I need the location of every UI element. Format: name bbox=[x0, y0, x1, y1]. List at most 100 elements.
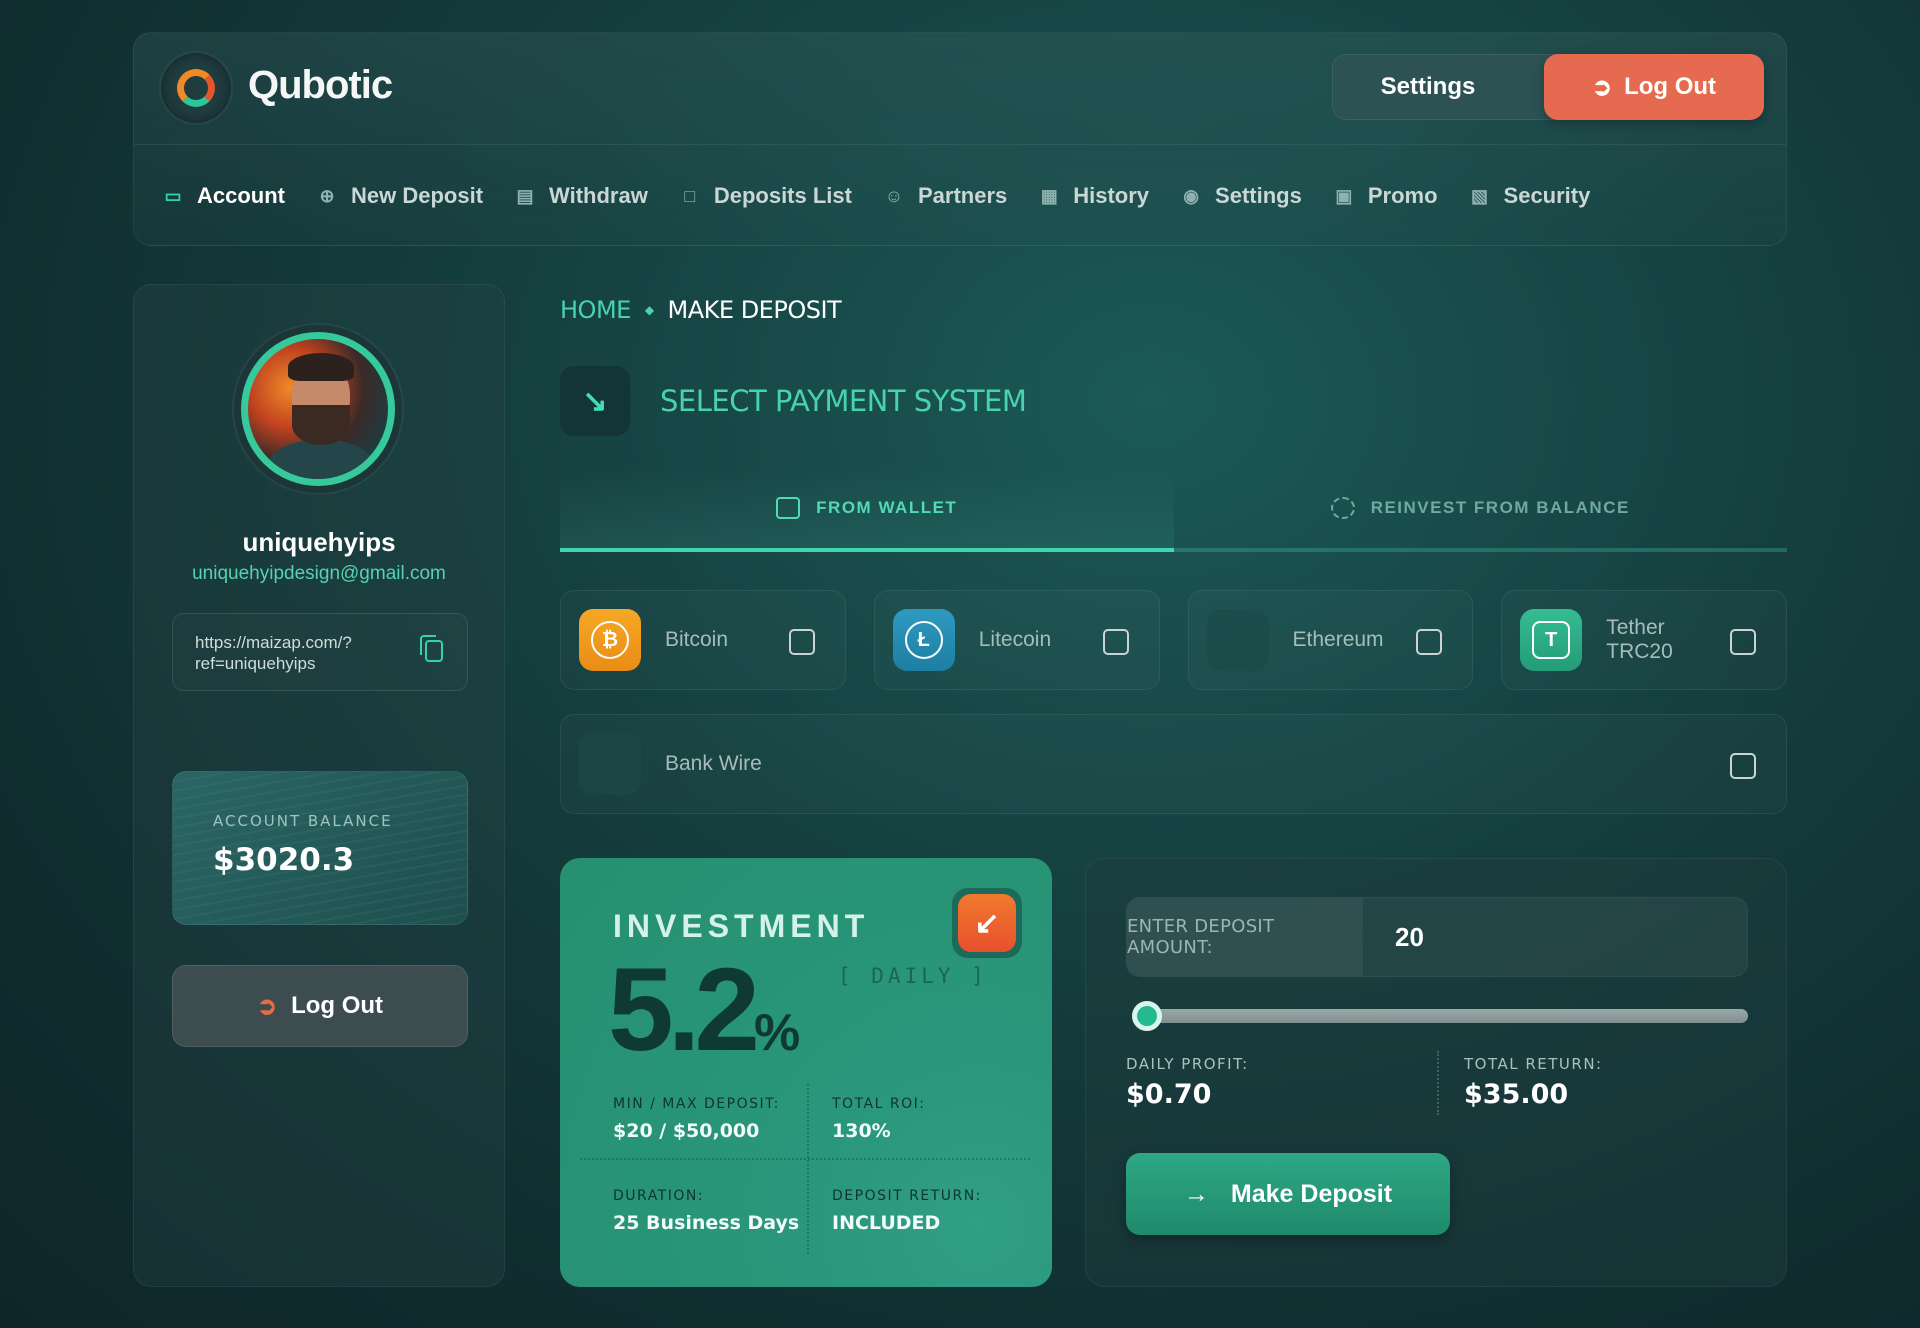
payment-option-bitcoin[interactable]: ₿ Bitcoin bbox=[560, 590, 846, 690]
deposit-calculator: ENTER DEPOSIT AMOUNT: DAILY PROFIT: $0.7… bbox=[1085, 858, 1787, 1287]
username: uniquehyips bbox=[242, 527, 396, 557]
plan-rate-unit: % bbox=[754, 1004, 801, 1062]
tether-label-line2: TRC20 bbox=[1606, 640, 1673, 663]
plan-rate-value: 5.2 bbox=[608, 944, 760, 1076]
section-title: SELECT PAYMENT SYSTEM bbox=[660, 384, 1027, 418]
arrow-right-icon: → bbox=[1183, 1179, 1209, 1208]
section-header: ↘ SELECT PAYMENT SYSTEM bbox=[560, 366, 1027, 436]
nav-label: Withdraw bbox=[549, 183, 648, 208]
deposit-return-value: INCLUDED bbox=[832, 1212, 941, 1234]
nav-label: History bbox=[1073, 183, 1150, 208]
bitcoin-icon: ₿ bbox=[579, 609, 641, 671]
wallet-icon bbox=[776, 497, 801, 519]
plus-circle-icon: ⊕ bbox=[319, 185, 335, 206]
payment-label: Bitcoin bbox=[665, 628, 729, 651]
nav-item-withdraw[interactable]: ▤ Withdraw bbox=[513, 183, 648, 209]
balance-label: ACCOUNT BALANCE bbox=[213, 812, 393, 830]
payment-label: Bank Wire bbox=[665, 752, 762, 775]
bitcoin-checkbox[interactable] bbox=[788, 629, 815, 655]
breadcrumb-current: MAKE DEPOSIT bbox=[667, 296, 842, 324]
document-lock-icon: ▧ bbox=[1471, 185, 1489, 206]
tether-icon: T bbox=[1520, 609, 1583, 671]
nav-item-security[interactable]: ▧ Security bbox=[1468, 183, 1590, 209]
reinvest-icon bbox=[1330, 497, 1355, 519]
deposit-amount-slider[interactable] bbox=[1146, 1009, 1748, 1023]
nav-item-settings[interactable]: ◉ Settings bbox=[1179, 183, 1302, 209]
user-email: uniquehyipdesign@gmail.com bbox=[192, 563, 446, 584]
breadcrumb: HOME ◆ MAKE DEPOSIT bbox=[560, 296, 842, 324]
roi-label: TOTAL ROI: bbox=[832, 1096, 926, 1112]
settings-button[interactable]: Settings bbox=[1332, 54, 1564, 120]
payment-option-litecoin[interactable]: Ł Litecoin bbox=[873, 590, 1160, 690]
logo[interactable] bbox=[161, 53, 231, 123]
deposit-amount-input[interactable] bbox=[1363, 898, 1747, 976]
duration-label: DURATION: bbox=[613, 1188, 705, 1204]
account-balance-card: ACCOUNT BALANCE $3020.3 bbox=[172, 771, 468, 925]
sidebar-logout-button[interactable]: ➲ Log Out bbox=[172, 965, 468, 1047]
header-actions: Settings ➲ Log Out bbox=[1332, 54, 1764, 120]
nav-item-account[interactable]: ▭ Account bbox=[161, 183, 285, 209]
card-icon: ▤ bbox=[516, 185, 534, 206]
nav-item-promo[interactable]: ▣ Promo bbox=[1332, 183, 1437, 209]
tab-from-wallet[interactable]: FROM WALLET bbox=[560, 468, 1174, 552]
tab-label: FROM WALLET bbox=[816, 498, 958, 517]
duration-value: 25 Business Days bbox=[613, 1212, 800, 1234]
total-return-value: $35.00 bbox=[1464, 1079, 1569, 1110]
brand-name[interactable]: Qubotic bbox=[248, 63, 393, 108]
referral-link-line1: https://maizap.com/? bbox=[195, 633, 352, 652]
make-deposit-label: Make Deposit bbox=[1230, 1179, 1393, 1208]
divider bbox=[807, 1084, 809, 1254]
toggle-icon: ◉ bbox=[1183, 185, 1199, 206]
payment-option-bank-wire[interactable]: Bank Wire bbox=[560, 714, 1787, 814]
payment-option-ethereum[interactable]: Ethereum bbox=[1187, 590, 1474, 690]
plan-title: INVESTMENT bbox=[613, 908, 870, 944]
users-icon: ☺ bbox=[884, 185, 904, 206]
avatar-hair bbox=[288, 353, 354, 381]
arrow-down-left-icon: ↙ bbox=[958, 894, 1016, 952]
referral-link-box[interactable]: https://maizap.com/? ref=uniquehyips bbox=[172, 613, 468, 691]
avatar-body bbox=[266, 439, 376, 479]
roi-value: 130% bbox=[832, 1120, 891, 1142]
slider-handle[interactable] bbox=[1132, 1001, 1162, 1031]
referral-link-line2: ref=uniquehyips bbox=[195, 654, 316, 673]
payment-label: Tether TRC20 bbox=[1606, 616, 1673, 664]
litecoin-icon: Ł bbox=[892, 609, 955, 671]
nav-label: Account bbox=[197, 183, 285, 208]
nav-item-new-deposit[interactable]: ⊕ New Deposit bbox=[315, 183, 483, 209]
logout-icon: ➲ bbox=[1591, 73, 1613, 101]
logout-button[interactable]: ➲ Log Out bbox=[1544, 54, 1764, 120]
breadcrumb-separator-icon: ◆ bbox=[644, 303, 654, 317]
avatar-frame bbox=[234, 325, 402, 493]
image-icon: ▣ bbox=[1335, 185, 1353, 206]
payment-option-tether-trc20[interactable]: T Tether TRC20 bbox=[1501, 590, 1787, 690]
plan-badge: ↙ bbox=[952, 888, 1022, 958]
total-return-label: TOTAL RETURN: bbox=[1464, 1055, 1603, 1073]
litecoin-checkbox[interactable] bbox=[1102, 629, 1129, 655]
nav-item-history[interactable]: ▦ History bbox=[1037, 183, 1149, 209]
avatar[interactable] bbox=[241, 332, 395, 486]
investment-plan-card: INVESTMENT ↙ [ DAILY ] 5.2% MIN / MAX DE… bbox=[560, 858, 1052, 1287]
logout-icon: ➲ bbox=[256, 992, 278, 1020]
make-deposit-button[interactable]: → Make Deposit bbox=[1126, 1153, 1450, 1235]
daily-profit-label: DAILY PROFIT: bbox=[1126, 1055, 1249, 1073]
deposit-return-label: DEPOSIT RETURN: bbox=[832, 1188, 982, 1204]
calendar-icon: ▦ bbox=[1040, 185, 1058, 206]
min-max-label: MIN / MAX DEPOSIT: bbox=[613, 1096, 780, 1112]
ethereum-checkbox[interactable] bbox=[1416, 629, 1443, 655]
bank-wire-checkbox[interactable] bbox=[1730, 753, 1756, 779]
breadcrumb-home[interactable]: HOME bbox=[560, 296, 631, 324]
min-max-value: $20 / $50,000 bbox=[613, 1120, 760, 1142]
profile-sidebar: uniquehyips uniquehyipdesign@gmail.com h… bbox=[133, 284, 505, 1287]
divider bbox=[580, 1158, 1030, 1160]
nav-item-partners[interactable]: ☺ Partners bbox=[882, 183, 1007, 209]
nav-label: New Deposit bbox=[351, 183, 484, 208]
laptop-icon: ▭ bbox=[164, 185, 182, 206]
deposit-amount-field: ENTER DEPOSIT AMOUNT: bbox=[1126, 897, 1748, 977]
tab-reinvest-from-balance[interactable]: REINVEST FROM BALANCE bbox=[1174, 468, 1788, 548]
nav-item-deposits-list[interactable]: □ Deposits List bbox=[678, 183, 852, 209]
copy-icon[interactable] bbox=[420, 635, 443, 662]
tether-checkbox[interactable] bbox=[1730, 629, 1756, 655]
deposit-amount-label: ENTER DEPOSIT AMOUNT: bbox=[1127, 898, 1363, 976]
nav-label: Deposits List bbox=[713, 183, 852, 208]
plan-period: [ DAILY ] bbox=[838, 964, 988, 988]
